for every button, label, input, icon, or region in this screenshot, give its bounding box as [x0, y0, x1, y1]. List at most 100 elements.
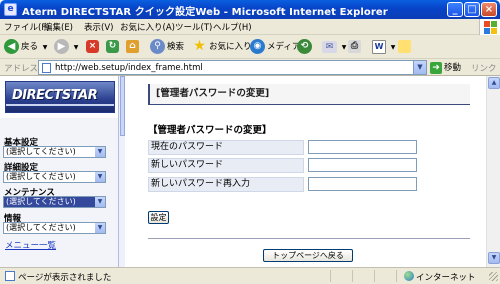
- close-button[interactable]: ×: [481, 2, 497, 17]
- home-icon: ⌂: [126, 40, 139, 53]
- sidebar-scrollbar[interactable]: [118, 76, 125, 267]
- media-icon: ◉: [250, 39, 265, 54]
- menu-bar: ファイル(F) 編集(E) 表示(V) お気に入り(A) ツール(T) ヘルプ(…: [0, 19, 500, 35]
- current-password-label: 現在のパスワード: [148, 140, 304, 155]
- status-divider: [330, 270, 331, 282]
- group-advanced-select[interactable]: (選択してください) ▼: [3, 171, 106, 183]
- select-value: (選択してください): [6, 223, 76, 232]
- status-divider: [396, 270, 397, 282]
- set-button[interactable]: 設定: [148, 211, 169, 224]
- chevron-down-icon: ▼: [95, 223, 105, 233]
- go-arrow-icon: ➜: [430, 61, 442, 74]
- minimize-button[interactable]: _: [447, 2, 463, 17]
- address-url: http://web.setup/index_frame.html: [55, 63, 203, 73]
- menu-file[interactable]: ファイル(F): [4, 21, 50, 33]
- refresh-button[interactable]: ↻: [106, 38, 121, 56]
- status-text: ページが表示されました: [18, 273, 112, 283]
- mail-button[interactable]: ✉ ▼: [322, 38, 346, 56]
- new-password-label: 新しいパスワード: [148, 158, 304, 173]
- forward-button[interactable]: ▶ ▼: [54, 38, 78, 56]
- chevron-down-icon: ▼: [42, 44, 48, 51]
- word-button[interactable]: W ▼: [372, 38, 395, 56]
- ie-icon: e: [4, 3, 17, 16]
- group-basic-select[interactable]: (選択してください) ▼: [3, 146, 106, 158]
- scroll-up-icon[interactable]: ▲: [488, 77, 500, 89]
- stop-button[interactable]: ×: [86, 38, 101, 56]
- select-value: (選択してください): [6, 172, 76, 181]
- address-bar: アドレス(D) http://web.setup/index_frame.htm…: [0, 59, 500, 76]
- new-password-field[interactable]: [308, 158, 417, 172]
- chevron-down-icon: ▼: [341, 44, 347, 51]
- section-title: 【管理者パスワードの変更】: [148, 125, 272, 136]
- home-button[interactable]: ⌂: [126, 38, 141, 56]
- back-to-top-button[interactable]: トップページへ戻る: [263, 249, 353, 262]
- menu-favorites[interactable]: お気に入り(A): [120, 21, 175, 33]
- menu-list-link[interactable]: メニュー一覧: [5, 239, 56, 251]
- links-button[interactable]: リンク »: [471, 62, 500, 74]
- print-button[interactable]: ⎙: [348, 38, 363, 56]
- refresh-icon: ↻: [106, 40, 119, 53]
- chevron-down-icon: ▼: [390, 44, 396, 51]
- media-button[interactable]: ◉ メディア: [250, 38, 300, 56]
- directstar-logo: DIRECTSTAR: [5, 81, 115, 113]
- scroll-down-icon[interactable]: ▼: [488, 252, 500, 264]
- page-done-icon: [5, 271, 15, 281]
- history-icon: ⟲: [297, 39, 312, 54]
- stop-icon: ×: [86, 40, 99, 53]
- window-title: Aterm DIRECTSTAR クイック設定Web - Microsoft I…: [22, 7, 388, 18]
- note-icon: [398, 40, 411, 53]
- favorites-label: お気に入り: [209, 42, 252, 52]
- zone-text: インターネット: [416, 273, 476, 283]
- messenger-button[interactable]: [398, 38, 413, 56]
- back-arrow-icon: ◀: [4, 39, 19, 54]
- address-input[interactable]: http://web.setup/index_frame.html ▼: [38, 60, 427, 75]
- title-bar[interactable]: e Aterm DIRECTSTAR クイック設定Web - Microsoft…: [0, 0, 500, 19]
- favorites-button[interactable]: ★ お気に入り: [192, 38, 252, 56]
- chevron-down-icon: ▼: [95, 147, 105, 157]
- resize-grip[interactable]: [489, 272, 498, 281]
- confirm-password-field[interactable]: [308, 177, 417, 191]
- windows-logo-icon: [479, 19, 500, 35]
- status-divider: [352, 270, 353, 282]
- chevron-down-icon: ▼: [95, 197, 105, 207]
- menu-help[interactable]: ヘルプ(H): [213, 21, 252, 33]
- maximize-button[interactable]: □: [464, 2, 480, 17]
- go-label: 移動: [444, 63, 462, 73]
- logo-area: DIRECTSTAR: [0, 76, 118, 118]
- chevron-down-icon[interactable]: ▼: [413, 61, 426, 74]
- internet-globe-icon: [404, 271, 414, 281]
- current-password-field[interactable]: [308, 140, 417, 154]
- logo-stripe: [6, 104, 114, 106]
- group-maintenance-select[interactable]: (選択してください) ▼: [3, 196, 106, 208]
- main-scrollbar[interactable]: ▲ ▼: [486, 76, 500, 267]
- menu-tools[interactable]: ツール(T): [175, 21, 212, 33]
- word-icon: W: [372, 39, 386, 54]
- confirm-password-label: 新しいパスワード再入力: [148, 177, 304, 192]
- menu-view[interactable]: 表示(V): [84, 21, 113, 33]
- back-label: 戻る: [21, 42, 39, 52]
- sidebar-frame: DIRECTSTAR 基本設定 (選択してください) ▼ 詳細設定 (選択してく…: [0, 76, 118, 267]
- search-label: 検索: [167, 42, 185, 52]
- forward-arrow-icon: ▶: [54, 39, 69, 54]
- chevron-down-icon: ▼: [95, 172, 105, 182]
- search-button[interactable]: ⚲ 検索: [150, 38, 184, 56]
- print-icon: ⎙: [348, 40, 361, 53]
- chevron-down-icon: ▼: [73, 44, 79, 51]
- logo-text: DIRECTSTAR: [12, 88, 98, 103]
- page-title: [管理者パスワードの変更]: [148, 84, 470, 105]
- page-icon: [42, 63, 51, 73]
- status-divider: [374, 270, 375, 282]
- media-label: メディア: [267, 42, 301, 52]
- menu-edit[interactable]: 編集(E): [44, 21, 73, 33]
- divider: [148, 238, 470, 239]
- search-icon: ⚲: [150, 39, 165, 54]
- select-value: (選択してください): [6, 197, 76, 206]
- mail-icon: ✉: [322, 40, 337, 53]
- toolbar: ◀ 戻る ▼ ▶ ▼ × ↻ ⌂ ⚲ 検索 ★ お気に入り ◉ メディア ⟲ ✉ ▼ ⎙…: [0, 35, 500, 59]
- group-info-select[interactable]: (選択してください) ▼: [3, 222, 106, 234]
- status-bar: ページが表示されました インターネット: [0, 267, 500, 284]
- go-button[interactable]: ➜ 移動: [430, 61, 461, 74]
- history-button[interactable]: ⟲: [297, 38, 314, 56]
- back-button[interactable]: ◀ 戻る ▼: [4, 38, 47, 56]
- star-icon: ★: [193, 38, 206, 54]
